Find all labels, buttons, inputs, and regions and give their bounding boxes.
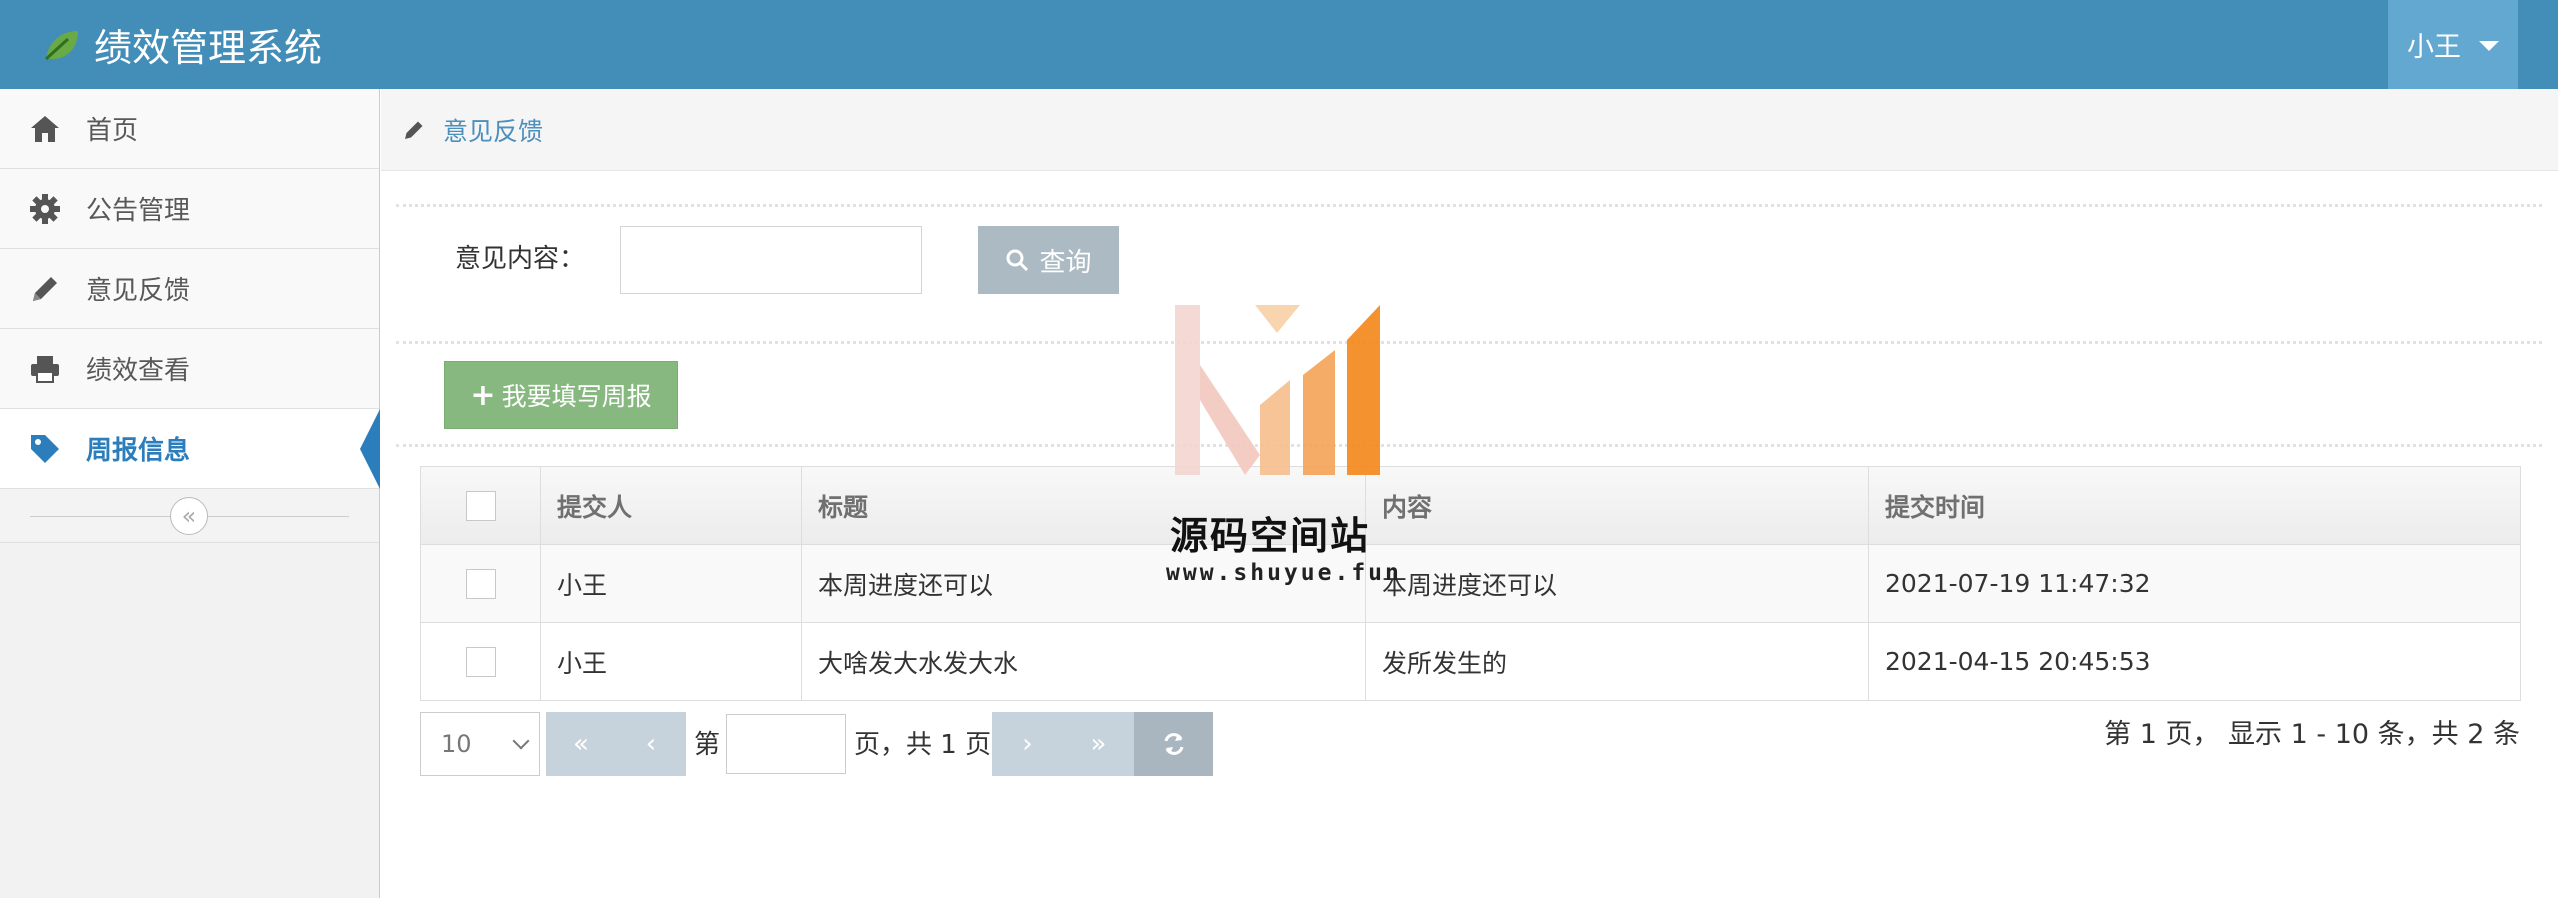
cell-content: 本周进度还可以	[1365, 544, 1869, 623]
plus-icon: +	[470, 377, 496, 413]
sidebar-item-label: 周报信息	[86, 436, 191, 466]
table-row[interactable]: 小王 本周进度还可以 本周进度还可以 2021-07-19 11:47:32	[420, 544, 2521, 623]
last-page-button[interactable]: »	[1063, 712, 1134, 776]
row-checkbox[interactable]	[465, 647, 496, 677]
watermark-text: 源码空间站	[1170, 514, 1371, 558]
watermark-url: www.shuyue.fun	[1166, 560, 1402, 586]
sidebar-collapse: «	[0, 489, 379, 543]
divider	[396, 204, 2542, 207]
feedback-table: 提交人 标题 内容 提交时间 小王 本周进度还可以 本周进度还可以 2021-0…	[420, 466, 2521, 701]
select-all-checkbox[interactable]	[465, 491, 496, 521]
page-size-select[interactable]: 10	[420, 712, 540, 776]
leaf-icon	[44, 30, 78, 60]
breadcrumb: 意见反馈	[381, 89, 2558, 171]
table-row[interactable]: 小王 大啥发大水发大水 发所发生的 2021-04-15 20:45:53	[420, 622, 2521, 701]
sidebar-item-label: 绩效查看	[86, 356, 191, 386]
sidebar-item-label: 意见反馈	[86, 276, 191, 306]
double-chevron-right-icon: »	[1090, 729, 1107, 759]
prev-page-button[interactable]: ‹	[616, 712, 686, 776]
row-select-cell	[420, 544, 541, 623]
cell-submitter: 小王	[540, 544, 802, 623]
sidebar-item-label: 公告管理	[86, 196, 191, 226]
chevron-right-icon: ›	[1022, 729, 1033, 759]
cell-submitter: 小王	[540, 622, 802, 701]
divider	[396, 444, 2542, 447]
next-page-button[interactable]: ›	[992, 712, 1063, 776]
chevron-down-icon	[512, 732, 530, 750]
double-chevron-left-icon: «	[181, 502, 197, 530]
cell-title: 大啥发大水发大水	[801, 622, 1366, 701]
divider	[396, 341, 2542, 344]
feedback-content-input[interactable]	[620, 226, 922, 294]
brand[interactable]: 绩效管理系统	[42, 0, 322, 89]
cell-content: 发所发生的	[1365, 622, 1869, 701]
first-page-button[interactable]: «	[546, 712, 616, 776]
top-navbar: 绩效管理系统 小王	[0, 0, 2558, 89]
search-label: 意见内容：	[455, 244, 586, 274]
query-button[interactable]: 查询	[978, 226, 1119, 294]
home-icon	[28, 112, 62, 146]
app-title: 绩效管理系统	[94, 26, 323, 70]
cell-time: 2021-07-19 11:47:32	[1868, 544, 2521, 623]
refresh-icon	[1164, 733, 1183, 755]
user-name: 小王	[2407, 32, 2461, 63]
sidebar-item-label: 首页	[86, 116, 139, 146]
select-all-cell	[420, 466, 541, 545]
breadcrumb-item[interactable]: 意见反馈	[443, 112, 543, 148]
pencil-icon	[28, 272, 62, 306]
sidebar-item-weekly-report[interactable]: 周报信息	[0, 409, 380, 489]
add-weekly-report-button[interactable]: + 我要填写周报	[444, 361, 678, 429]
collapse-sidebar-button[interactable]: «	[170, 497, 208, 535]
page-prefix: 第	[694, 730, 721, 760]
sidebar-item-home[interactable]: 首页	[0, 89, 379, 169]
column-header-content[interactable]: 内容	[1365, 466, 1869, 545]
add-button-label: 我要填写周报	[501, 382, 652, 411]
print-icon	[28, 352, 62, 386]
sidebar-item-notices[interactable]: 公告管理	[0, 169, 379, 249]
row-checkbox[interactable]	[465, 569, 496, 599]
caret-down-icon	[2479, 40, 2499, 51]
query-button-label: 查询	[1039, 247, 1092, 278]
gear-icon	[28, 192, 62, 226]
column-header-time[interactable]: 提交时间	[1868, 466, 2521, 545]
page-size-value: 10	[441, 730, 472, 758]
sidebar: 首页 公告管理 意见反馈 绩效查看 周报信息 «	[0, 89, 380, 898]
row-select-cell	[420, 622, 541, 701]
chevron-left-icon: ‹	[645, 729, 657, 759]
sidebar-item-feedback[interactable]: 意见反馈	[0, 249, 379, 329]
pencil-icon	[405, 121, 423, 139]
double-chevron-left-icon: «	[573, 729, 589, 759]
search-icon	[1006, 249, 1029, 272]
table-header-row: 提交人 标题 内容 提交时间	[420, 466, 2521, 545]
page-suffix: 页，共 1 页	[854, 730, 992, 760]
tag-icon	[28, 432, 62, 466]
page-number-input[interactable]	[726, 714, 846, 774]
refresh-button[interactable]	[1134, 712, 1213, 776]
column-header-submitter[interactable]: 提交人	[540, 466, 802, 545]
cell-time: 2021-04-15 20:45:53	[1868, 622, 2521, 701]
watermark-logo	[1175, 305, 1380, 475]
pagination-summary: 第 1 页， 显示 1 - 10 条，共 2 条	[2104, 719, 2520, 750]
sidebar-item-performance[interactable]: 绩效查看	[0, 329, 379, 409]
user-menu[interactable]: 小王	[2388, 0, 2518, 89]
